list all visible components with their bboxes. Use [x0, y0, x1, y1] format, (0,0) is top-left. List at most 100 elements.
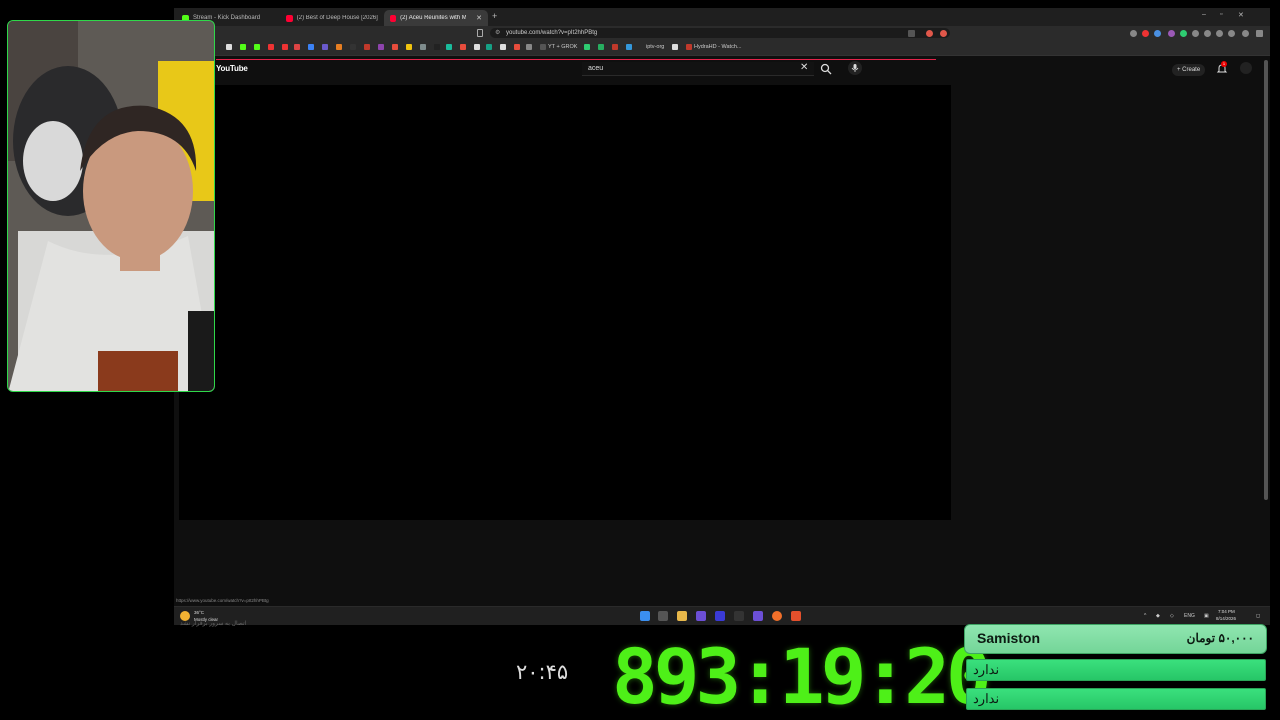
create-button[interactable]: + Create [1172, 64, 1206, 76]
bookmark-icon[interactable] [514, 44, 520, 50]
donation-panel: Samiston ۵۰,۰۰۰ تومان ندارد ندارد [964, 624, 1267, 716]
youtube-logo[interactable]: YouTube [216, 64, 248, 73]
app-icon[interactable] [715, 611, 725, 621]
bookmark-icon[interactable] [626, 44, 632, 50]
bookmark-icon[interactable] [486, 44, 492, 50]
network-icon[interactable]: ▣ [1204, 613, 1209, 619]
menu-icon[interactable] [1256, 30, 1263, 37]
bookmark-icon[interactable] [322, 44, 328, 50]
new-tab-button[interactable]: + [492, 11, 497, 21]
url-text: youtube.com/watch?v=pIt2hhPBtg [506, 30, 598, 36]
app-icon[interactable] [696, 611, 706, 621]
extension-icon[interactable] [1130, 30, 1137, 37]
minimize-icon[interactable]: – [1202, 11, 1206, 18]
start-icon[interactable] [640, 611, 650, 621]
tab-bar: Stream - Kick Dashboard (2) Best of Deep… [174, 8, 1270, 26]
bookmark-icon[interactable] [477, 29, 483, 37]
windows-taskbar: 36°C Mostly clear ^ ◆ ◇ ENG ▣ 7:04 PM 8/… [174, 606, 1270, 625]
notification-center-icon[interactable]: ◻ [1256, 613, 1260, 619]
bookmark-icon[interactable] [672, 44, 678, 50]
search-input[interactable]: aceu [582, 62, 814, 76]
create-label: Create [1182, 67, 1201, 73]
bookmark-icon[interactable] [406, 44, 412, 50]
bookmark-icon[interactable] [364, 44, 370, 50]
kick-bookmark-icon[interactable] [254, 44, 260, 50]
maximize-icon[interactable]: ▫ [1220, 11, 1222, 18]
extension-icon[interactable] [1192, 30, 1199, 37]
bookmark-icon[interactable] [526, 44, 532, 50]
task-view-icon[interactable] [658, 611, 668, 621]
donation-row-text: ندارد [973, 691, 1000, 706]
search-icon[interactable] [820, 63, 832, 75]
bookmark-icon[interactable] [434, 44, 440, 50]
tray-app-icon[interactable]: ◇ [1170, 613, 1174, 619]
tab-deep-house[interactable]: (2) Best of Deep House [2026] | Meld... [280, 10, 384, 26]
app-icon[interactable] [753, 611, 763, 621]
bookmark-icon[interactable] [474, 44, 480, 50]
cast-icon[interactable] [908, 30, 915, 37]
youtube-bookmark-icon[interactable] [282, 44, 288, 50]
bookmark-icon[interactable] [500, 44, 506, 50]
extension-icon[interactable] [1180, 30, 1187, 37]
youtube-bookmark-icon[interactable] [268, 44, 274, 50]
x-bookmark-icon[interactable] [226, 44, 232, 50]
bookmark-icon[interactable] [612, 44, 618, 50]
streamer-webcam-image [8, 21, 214, 391]
avatar[interactable] [1240, 62, 1252, 74]
brave-rewards-icon[interactable] [940, 30, 947, 37]
microphone-icon[interactable] [848, 61, 862, 75]
sidebar-icon[interactable] [1228, 30, 1235, 37]
page-scrollbar[interactable] [1264, 60, 1268, 500]
bookmark-icon[interactable] [446, 44, 452, 50]
wallet-icon[interactable] [1216, 30, 1223, 37]
tab-title: (2) Best of Deep House [2026] | Meld... [296, 15, 378, 21]
gmail-bookmark-icon[interactable] [294, 44, 300, 50]
bookmark-icon[interactable] [308, 44, 314, 50]
bookmark-icon[interactable] [598, 44, 604, 50]
firefox-icon[interactable] [772, 611, 782, 621]
clock-date[interactable]: 8/14/2026 [1216, 616, 1236, 621]
extension-icon[interactable] [1142, 30, 1149, 37]
hydra-bookmark-icon[interactable] [686, 44, 692, 50]
video-player[interactable] [179, 85, 951, 520]
bookmark-icon[interactable] [350, 44, 356, 50]
language-indicator[interactable]: ENG [1184, 613, 1195, 619]
bookmark-icon[interactable] [336, 44, 342, 50]
clock-time[interactable]: 7:04 PM [1218, 609, 1235, 614]
site-info-icon[interactable]: ⚙ [495, 29, 500, 36]
donation-row-text: ندارد [973, 662, 1000, 677]
notification-badge: 1 [1221, 61, 1227, 67]
close-window-icon[interactable]: ✕ [1238, 11, 1244, 19]
extension-icon[interactable] [1168, 30, 1175, 37]
x-app-icon[interactable] [734, 611, 744, 621]
tray-app-icon[interactable]: ◆ [1156, 613, 1160, 619]
bookmark-icon[interactable] [460, 44, 466, 50]
kick-bookmark-icon[interactable] [240, 44, 246, 50]
bookmark-icon[interactable] [378, 44, 384, 50]
bookmark-grok[interactable]: YT + GROK [548, 44, 577, 50]
browser-window: Stream - Kick Dashboard (2) Best of Deep… [174, 8, 1270, 625]
url-field[interactable]: ⚙ youtube.com/watch?v=pIt2hhPBtg [490, 28, 950, 38]
brave-icon[interactable] [791, 611, 801, 621]
bookmark-icon[interactable] [584, 44, 590, 50]
small-timer: ۲۰:۴۵ [516, 660, 569, 684]
search-query: aceu [588, 65, 604, 72]
address-bar: ⚙ youtube.com/watch?v=pIt2hhPBtg [174, 26, 1270, 40]
bookmark-iptv-org[interactable]: iptv-org [646, 44, 664, 50]
close-tab-icon[interactable]: ✕ [476, 14, 482, 22]
music-icon[interactable] [1204, 30, 1211, 37]
extension-icon[interactable] [1154, 30, 1161, 37]
webcam-feed [7, 20, 215, 392]
brave-shield-icon[interactable] [926, 30, 933, 37]
grok-bookmark-icon[interactable] [540, 44, 546, 50]
bookmark-hydrahd[interactable]: HydraHD - Watch... [694, 44, 741, 50]
bookmark-icon[interactable] [420, 44, 426, 50]
tray-chevron-icon[interactable]: ^ [1144, 613, 1146, 619]
file-explorer-icon[interactable] [677, 611, 687, 621]
profile-icon[interactable] [1242, 30, 1249, 37]
bookmark-icon[interactable] [392, 44, 398, 50]
clear-search-icon[interactable]: ✕ [800, 63, 808, 73]
donation-header: Samiston ۵۰,۰۰۰ تومان [964, 624, 1267, 654]
tab-aceu-video[interactable]: (2) Aceu Reunites with Mande &... ✕ [384, 10, 488, 26]
weather-temperature: 36°C [194, 610, 205, 615]
